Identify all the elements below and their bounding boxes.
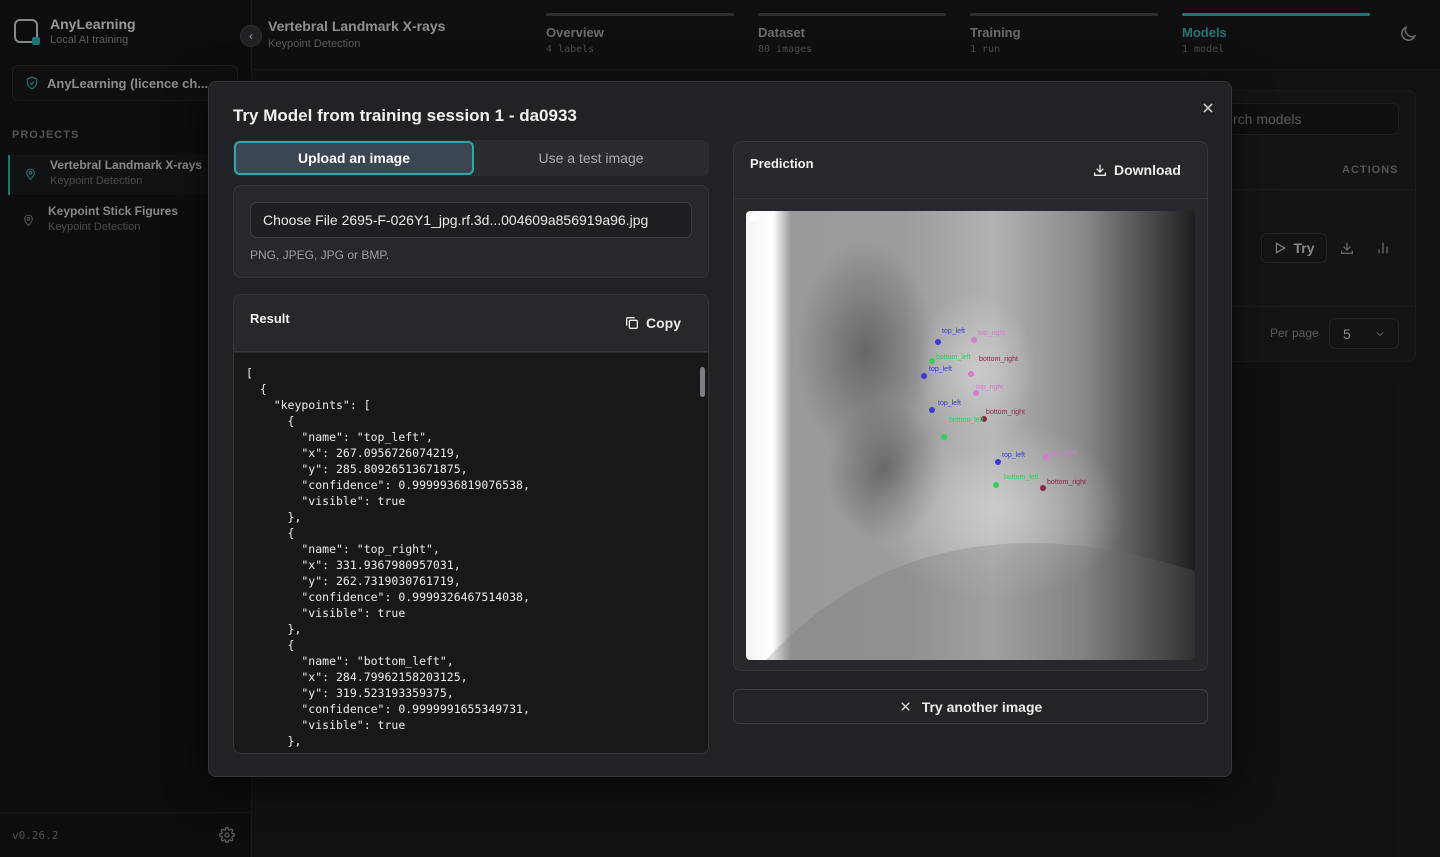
download-label: Download: [1114, 162, 1181, 178]
svg-text:top_right: top_right: [1049, 450, 1076, 457]
svg-text:top_left: top_left: [942, 328, 965, 335]
result-scrollbar[interactable]: [698, 357, 706, 749]
prediction-image: top_left top_right top_left bottom_right…: [746, 211, 1195, 660]
result-json: [ { "keypoints": [ { "name": "top_left",…: [246, 366, 530, 748]
close-icon: [900, 702, 910, 711]
result-panel: Result Copy [ { "keypoints": [ { "name":…: [233, 294, 709, 754]
svg-text:bottom_left: bottom_left: [949, 417, 984, 424]
result-title: Result: [250, 311, 290, 326]
svg-text:top_right: top_right: [978, 330, 1005, 337]
close-button[interactable]: [1198, 98, 1218, 118]
svg-text:bottom_right: bottom_right: [986, 409, 1025, 416]
svg-text:bottom_right: bottom_right: [1047, 479, 1086, 486]
close-icon: [1203, 103, 1213, 113]
svg-text:top_left: top_left: [1002, 452, 1025, 459]
svg-text:bottom_left: bottom_left: [1004, 474, 1039, 481]
prediction-panel: Prediction Download top_left top_right t…: [733, 141, 1208, 671]
svg-text:bottom_right: bottom_right: [979, 356, 1018, 363]
dialog-title: Try Model from training session 1 - da09…: [233, 106, 577, 125]
try-another-image-button[interactable]: Try another image: [733, 689, 1208, 724]
collapse-sidebar-button[interactable]: ‹: [240, 25, 262, 47]
file-format-hint: PNG, JPEG, JPG or BMP.: [250, 248, 390, 262]
tab-upload-image[interactable]: Upload an image: [234, 141, 474, 175]
person-icon: [750, 213, 758, 221]
svg-text:top_right: top_right: [976, 384, 1003, 391]
svg-text:top_left: top_left: [929, 366, 952, 373]
try-model-dialog: Try Model from training session 1 - da09…: [208, 81, 1232, 777]
download-icon: [1094, 164, 1106, 176]
result-json-viewer[interactable]: [ { "keypoints": [ { "name": "top_left",…: [234, 353, 708, 753]
upload-panel: Choose File 2695-F-026Y1_jpg.rf.3d...004…: [233, 185, 709, 278]
image-source-tabs: Upload an image Use a test image: [233, 140, 709, 176]
svg-text:bottom_left: bottom_left: [936, 354, 971, 361]
chevron-left-icon: ‹: [249, 29, 253, 43]
prediction-title: Prediction: [750, 156, 814, 171]
try-another-label: Try another image: [921, 698, 1043, 715]
copy-button[interactable]: Copy: [624, 315, 681, 331]
file-input[interactable]: Choose File 2695-F-026Y1_jpg.rf.3d...004…: [250, 202, 692, 238]
tab-test-image[interactable]: Use a test image: [471, 141, 711, 175]
svg-text:top_left: top_left: [938, 400, 961, 407]
download-button[interactable]: Download: [1092, 162, 1181, 178]
copy-label: Copy: [646, 315, 681, 331]
copy-icon: [626, 317, 638, 329]
scrollbar-thumb[interactable]: [700, 367, 705, 397]
